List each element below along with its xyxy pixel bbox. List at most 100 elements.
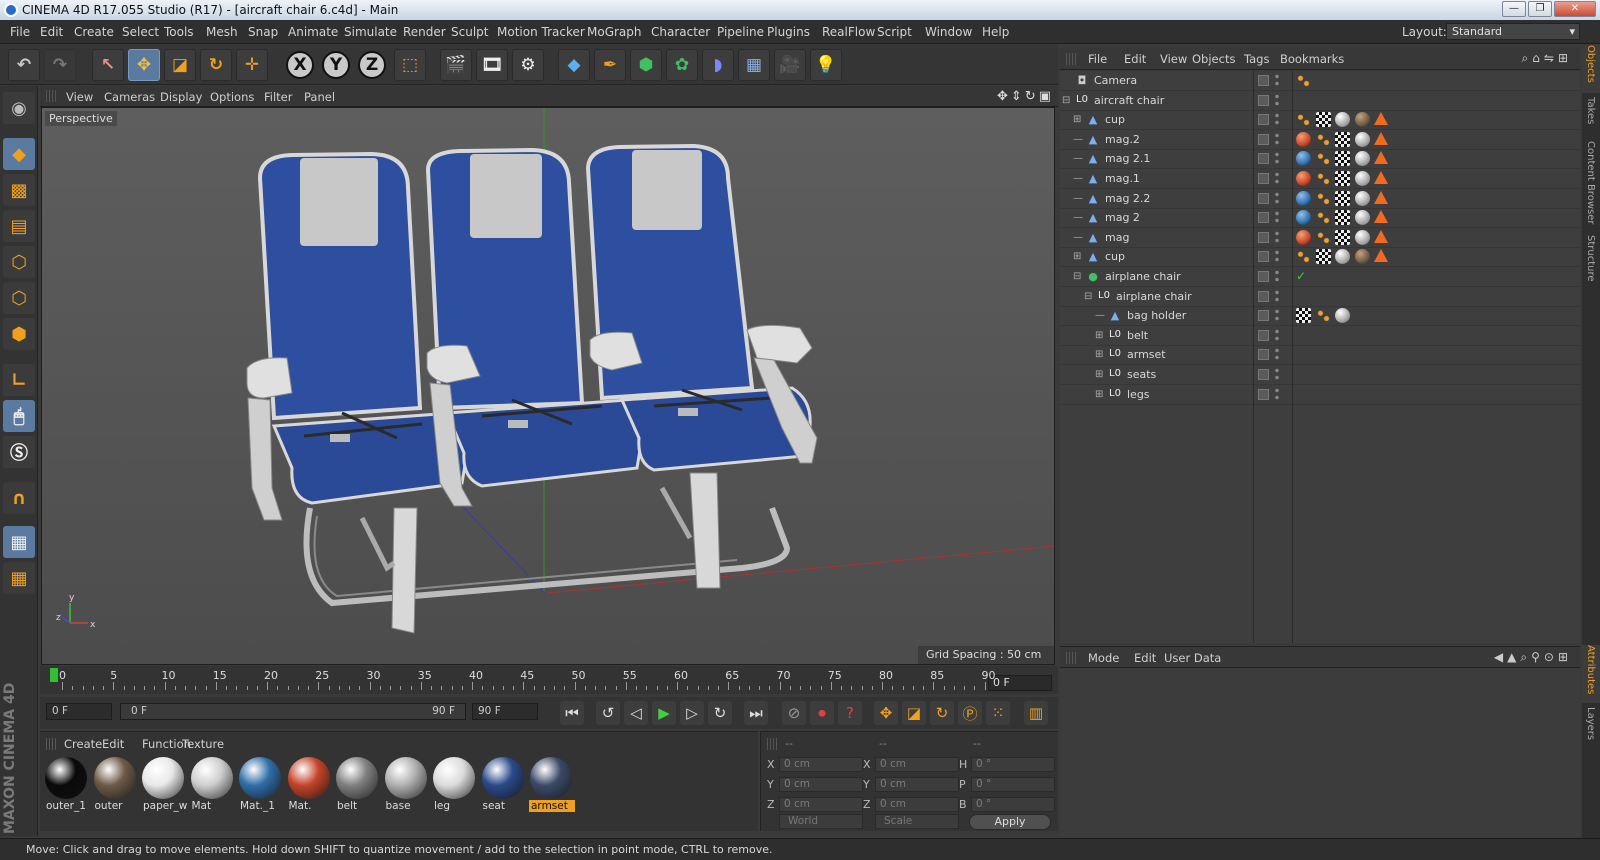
polygons-mode-icon[interactable]: ⬢ [3, 318, 35, 350]
viewport-menu-filter[interactable]: Filter [264, 90, 292, 104]
tree-expander-icon[interactable]: ⊞ [1073, 251, 1081, 262]
object-row[interactable]: — ▲ mag 2.1 [1060, 149, 1580, 170]
tree-expander-icon[interactable]: ⊞ [1073, 114, 1081, 125]
workplane-mode-icon[interactable]: ▤ [3, 210, 35, 242]
object-row[interactable]: ⊞ L0 armset [1060, 345, 1580, 366]
menu-character[interactable]: Character [651, 25, 710, 39]
menu-script[interactable]: Script [877, 25, 912, 39]
uvw-tag-icon[interactable] [1335, 171, 1350, 186]
render-visibility-dots-icon[interactable] [1274, 386, 1280, 401]
key-scale-icon[interactable]: ◪ [902, 701, 926, 725]
layout-select[interactable]: Standard ▾ [1446, 23, 1580, 40]
texture-tag-icon[interactable] [1315, 210, 1331, 226]
menu-render[interactable]: Render [403, 25, 446, 39]
x-axis-lock-icon[interactable]: X [286, 51, 314, 79]
object-menu-tags[interactable]: Tags [1244, 52, 1269, 66]
material-tag-icon[interactable] [1354, 190, 1370, 206]
scale-tool-icon[interactable]: ◪ [164, 49, 196, 81]
rotate-tool-icon[interactable]: ↻ [200, 49, 232, 81]
menu-simulate[interactable]: Simulate [344, 25, 397, 39]
camera-icon[interactable]: 🎥 [774, 49, 806, 81]
visibility-toggle-icon[interactable] [1258, 153, 1269, 165]
object-row[interactable]: — ▲ mag.1 [1060, 169, 1580, 189]
menu-motion-tracker[interactable]: Motion Tracker [497, 25, 585, 39]
side-tab-structure[interactable]: Structure [1582, 235, 1600, 295]
material-tag-icon[interactable] [1354, 171, 1370, 186]
coord-input-field[interactable]: 0 cm [779, 797, 863, 812]
next-key-icon[interactable]: ↻ [708, 701, 732, 725]
material-swatch[interactable]: belt [335, 756, 379, 814]
object-row[interactable]: ⊞ ▲ cup [1060, 247, 1580, 268]
object-row[interactable]: ⊞ L0 belt [1060, 326, 1580, 346]
material-menu-create[interactable]: Create [64, 737, 102, 751]
world-dropdown[interactable]: World [779, 814, 863, 829]
object-name[interactable]: Camera [1094, 74, 1137, 87]
side-tab-content-browser[interactable]: Content Browser [1582, 141, 1600, 231]
material-swatch[interactable]: seat [481, 756, 525, 814]
visibility-toggle-icon[interactable] [1258, 75, 1269, 86]
visibility-toggle-icon[interactable] [1258, 349, 1269, 361]
object-name[interactable]: aircraft chair [1094, 94, 1164, 107]
coord-input-field[interactable]: 0 cm [875, 797, 959, 812]
menu-pipeline[interactable]: Pipeline [717, 25, 764, 39]
z-axis-lock-icon[interactable]: Z [358, 51, 386, 79]
material-tag-icon[interactable] [1335, 308, 1350, 324]
object-menu-objects[interactable]: Objects [1192, 52, 1235, 66]
phong-tag-icon[interactable] [1374, 112, 1388, 126]
go-to-start-icon[interactable]: ⏮ [560, 701, 584, 725]
coord-input-field[interactable]: 0 cm [875, 757, 959, 772]
go-to-end-icon[interactable]: ⏭ [744, 701, 768, 725]
material-tag-icon[interactable] [1335, 249, 1350, 265]
visibility-toggle-icon[interactable] [1258, 133, 1269, 145]
tree-expander-icon[interactable]: ⊟ [1073, 271, 1081, 282]
material-tag-icon[interactable] [1354, 210, 1370, 226]
object-name[interactable]: bag holder [1127, 309, 1186, 322]
menu-edit[interactable]: Edit [40, 25, 63, 39]
tree-expander-icon[interactable]: ⊞ [1095, 349, 1103, 360]
material-tag-icon[interactable] [1354, 131, 1370, 147]
cube-primitive-icon[interactable]: ◆ [558, 49, 590, 81]
material-tag-icon[interactable] [1296, 190, 1311, 206]
visibility-toggle-icon[interactable] [1258, 290, 1269, 302]
viewport-menu-display[interactable]: Display [160, 90, 202, 104]
menu-mesh[interactable]: Mesh [206, 25, 238, 39]
texture-tag-icon[interactable] [1315, 308, 1331, 324]
camera-label[interactable]: Perspective [45, 111, 117, 126]
minimize-button[interactable]: — [1502, 1, 1526, 17]
render-view-icon[interactable]: 🎬 [440, 49, 472, 81]
light-icon[interactable]: 💡 [810, 49, 842, 81]
points-mode-icon[interactable]: ⬡ [3, 246, 35, 278]
object-row[interactable]: — ▲ mag 2 [1060, 208, 1580, 229]
material-tag-icon[interactable] [1296, 210, 1311, 226]
material-tag-icon[interactable] [1354, 249, 1370, 265]
coord-input-field[interactable]: 0 ° [971, 777, 1055, 792]
record-keys-icon[interactable]: ⊘ [782, 701, 806, 725]
render-visibility-dots-icon[interactable] [1274, 73, 1280, 87]
material-tag-icon[interactable] [1296, 131, 1311, 147]
menu-snap[interactable]: Snap [248, 25, 278, 39]
material-tag-icon[interactable] [1296, 151, 1311, 167]
object-name[interactable]: mag.2 [1105, 133, 1140, 146]
texture-tag-icon[interactable] [1296, 249, 1311, 265]
y-axis-lock-icon[interactable]: Y [322, 51, 350, 79]
side-tab-takes[interactable]: Takes [1582, 97, 1600, 137]
key-rotation-icon[interactable]: ↻ [930, 701, 954, 725]
object-name[interactable]: mag 2.1 [1105, 152, 1150, 165]
object-name[interactable]: armset [1127, 348, 1166, 361]
add-tool-icon[interactable]: ✛ [236, 49, 268, 81]
object-menu-bookmarks[interactable]: Bookmarks [1280, 52, 1344, 66]
object-row[interactable]: ⊟ L0 aircraft chair [1060, 91, 1580, 111]
texture-tag-icon[interactable] [1296, 73, 1311, 88]
tree-expander-icon[interactable]: — [1073, 134, 1083, 145]
autokeying-icon[interactable]: ⏺ [810, 701, 834, 725]
object-row[interactable]: — ▲ mag.2 [1060, 130, 1580, 150]
viewport-menu-cameras[interactable]: Cameras [104, 90, 155, 104]
tree-expander-icon[interactable]: ⊞ [1095, 330, 1103, 341]
menu-realflow[interactable]: RealFlow [822, 25, 875, 39]
viewport-menu-panel[interactable]: Panel [304, 90, 335, 104]
tree-expander-icon[interactable]: — [1073, 232, 1083, 243]
live-selection-icon[interactable]: ↖ [92, 49, 124, 81]
frame-range-slider[interactable]: 0 F 90 F [120, 703, 466, 720]
uvw-tag-icon[interactable] [1335, 190, 1350, 206]
object-row[interactable]: — ▲ bag holder [1060, 306, 1580, 327]
